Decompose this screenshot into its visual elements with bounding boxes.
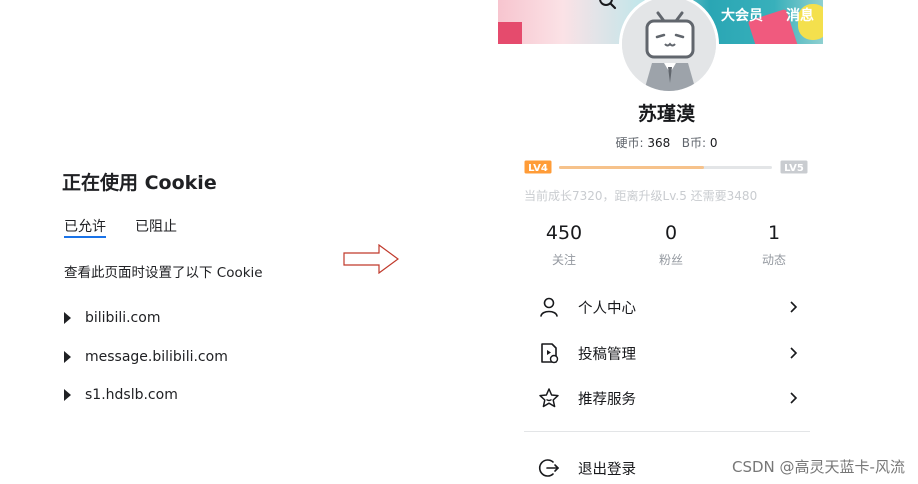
cookie-site-label: bilibili.com xyxy=(85,310,161,326)
coin-label: 硬币: xyxy=(615,136,644,150)
level-current-text: LV4 xyxy=(528,163,548,174)
level-progress-bar xyxy=(559,166,772,169)
user-icon xyxy=(540,297,558,317)
chevron-right-icon xyxy=(790,347,798,359)
cookie-site-row[interactable]: message.bilibili.com xyxy=(64,349,228,365)
cookie-description: 查看此页面时设置了以下 Cookie xyxy=(64,265,263,281)
right-arrow-icon xyxy=(343,244,399,274)
stat-label: 关注 xyxy=(551,253,576,267)
level-next-badge: LV5 xyxy=(780,160,808,174)
menu-item-label: 投稿管理 xyxy=(578,346,636,363)
expand-triangle-icon[interactable] xyxy=(64,312,71,324)
messages-link[interactable]: 消息 xyxy=(786,5,814,25)
menu-item-personal-center[interactable]: 个人中心 xyxy=(538,293,798,321)
bcoin-value: 0 xyxy=(709,136,718,150)
search-icon[interactable] xyxy=(597,0,619,12)
coin-value: 368 xyxy=(647,136,671,150)
stat-value: 0 xyxy=(664,222,678,244)
stat-followers[interactable]: 0 粉丝 xyxy=(631,222,711,268)
menu-item-upload-manage[interactable]: 投稿管理 xyxy=(538,339,798,367)
watermark: CSDN @高灵天蓝卡-风流 xyxy=(732,458,905,476)
coin-info: 硬币: 368 B币: 0 xyxy=(498,134,835,151)
expand-triangle-icon[interactable] xyxy=(64,351,71,363)
chevron-right-icon xyxy=(790,392,798,404)
menu-item-label: 推荐服务 xyxy=(578,391,636,408)
banner-decoration xyxy=(498,22,522,44)
stat-value: 450 xyxy=(545,222,583,244)
bcoin-label: B币: xyxy=(681,136,707,150)
cookie-site-label: s1.hdslb.com xyxy=(85,387,178,403)
expand-triangle-icon[interactable] xyxy=(64,389,71,401)
stat-label: 动态 xyxy=(761,253,786,267)
menu-item-recommend-service[interactable]: 推荐服务 xyxy=(538,384,798,412)
level-progress-fill xyxy=(559,166,704,169)
chevron-right-icon xyxy=(790,301,798,313)
menu-divider xyxy=(524,431,810,432)
tab-allowed[interactable]: 已允许 xyxy=(64,216,106,238)
recommend-service-icon xyxy=(539,388,559,408)
username[interactable]: 苏瑾漠 xyxy=(498,99,835,126)
avatar[interactable] xyxy=(619,0,719,94)
stat-dynamics[interactable]: 1 动态 xyxy=(734,222,814,268)
cookie-site-row[interactable]: s1.hdslb.com xyxy=(64,387,178,403)
level-next-text: LV5 xyxy=(784,163,804,174)
stat-following[interactable]: 450 关注 xyxy=(524,222,604,268)
level-tip: 当前成长7320，距离升级Lv.5 还需要3480 xyxy=(524,189,758,203)
cookie-site-label: message.bilibili.com xyxy=(85,349,228,365)
level-current-badge: LV4 xyxy=(524,160,552,174)
vip-link[interactable]: 大会员 xyxy=(721,5,763,25)
logout-icon xyxy=(538,459,560,477)
tab-blocked[interactable]: 已阻止 xyxy=(135,216,177,236)
stat-value: 1 xyxy=(767,222,781,244)
upload-manage-icon xyxy=(541,343,559,364)
menu-item-label: 个人中心 xyxy=(578,300,636,317)
cookie-panel-title: 正在使用 Cookie xyxy=(62,172,217,194)
cookie-site-row[interactable]: bilibili.com xyxy=(64,310,160,326)
stat-label: 粉丝 xyxy=(658,253,683,267)
tv-mascot-icon xyxy=(622,0,716,91)
